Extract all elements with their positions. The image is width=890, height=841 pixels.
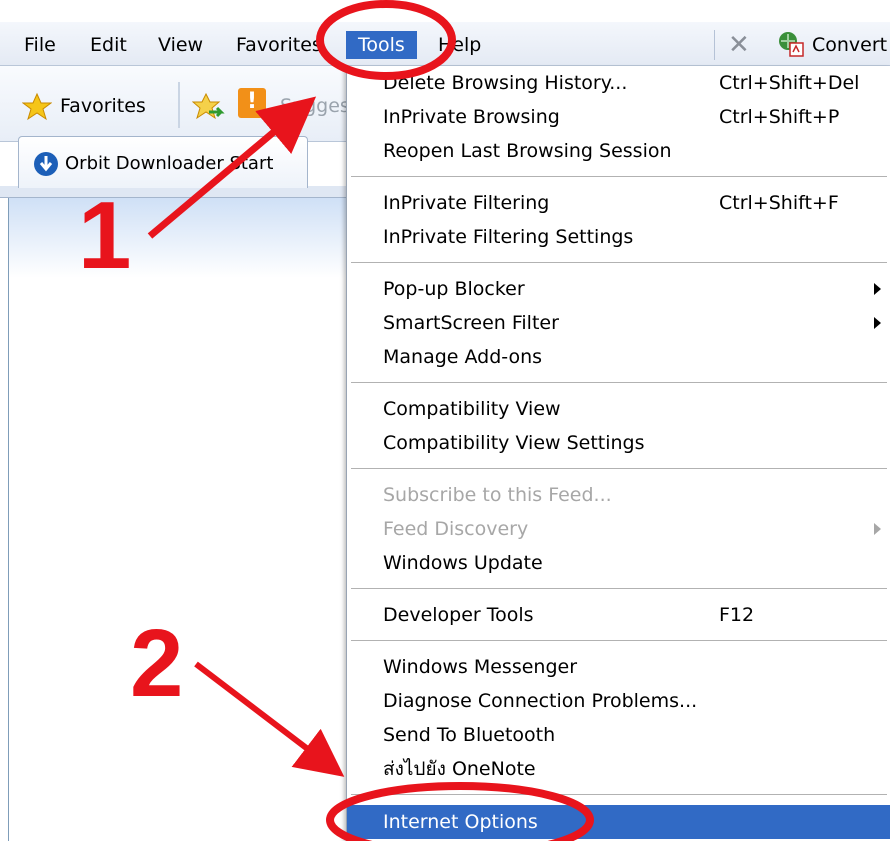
- menu-item-reopen-last-session[interactable]: Reopen Last Browsing Session: [347, 134, 890, 168]
- menu-item-feed-discovery: Feed Discovery: [347, 512, 890, 546]
- tools-dropdown-menu: Delete Browsing History... Ctrl+Shift+De…: [346, 66, 890, 841]
- submenu-arrow-icon: [874, 317, 881, 329]
- menu-separator: [351, 262, 887, 263]
- menu-favorites[interactable]: Favorites: [230, 31, 328, 59]
- menu-item-label: Windows Update: [383, 552, 543, 574]
- menu-item-label: InPrivate Browsing: [383, 106, 560, 128]
- orbit-download-icon: [34, 152, 58, 176]
- menu-item-label: Diagnose Connection Problems...: [383, 690, 698, 712]
- menu-item-label: Compatibility View: [383, 398, 561, 420]
- menu-item-compatibility-view-settings[interactable]: Compatibility View Settings: [347, 426, 890, 460]
- menu-item-label: InPrivate Filtering Settings: [383, 226, 634, 248]
- favorites-separator: [178, 82, 180, 128]
- favorites-star-icon[interactable]: [22, 92, 52, 122]
- menu-item-label: Reopen Last Browsing Session: [383, 140, 672, 162]
- menu-separator: [351, 794, 887, 795]
- step-number-1: 1: [78, 182, 132, 289]
- menu-item-developer-tools[interactable]: Developer Tools F12: [347, 598, 890, 632]
- menu-item-internet-options[interactable]: Internet Options: [347, 805, 890, 839]
- menu-file[interactable]: File: [18, 31, 62, 59]
- menu-bar: File Edit View Favorites Tools Help ✕ Co…: [0, 22, 890, 66]
- menu-item-label: Feed Discovery: [383, 518, 529, 540]
- menu-item-diagnose-connection[interactable]: Diagnose Connection Problems...: [347, 684, 890, 718]
- menu-item-delete-browsing-history[interactable]: Delete Browsing History... Ctrl+Shift+De…: [347, 66, 890, 100]
- suggested-sites-label[interactable]: Sugges: [280, 92, 350, 120]
- submenu-arrow-icon: [874, 523, 881, 535]
- menu-separator: [351, 588, 887, 589]
- close-icon[interactable]: ✕: [728, 28, 750, 62]
- menu-edit[interactable]: Edit: [84, 31, 133, 59]
- menu-tools[interactable]: Tools: [346, 31, 417, 59]
- menu-item-smartscreen-filter[interactable]: SmartScreen Filter: [347, 306, 890, 340]
- menu-item-shortcut: Ctrl+Shift+P: [719, 106, 840, 128]
- favorites-bar: Favorites Sugges: [0, 66, 350, 142]
- menu-item-label: Windows Messenger: [383, 656, 578, 678]
- menu-item-label: Internet Options: [383, 811, 538, 833]
- menu-item-shortcut: F12: [719, 604, 755, 626]
- menu-item-manage-addons[interactable]: Manage Add-ons: [347, 340, 890, 374]
- menu-view[interactable]: View: [152, 31, 209, 59]
- menu-item-label: Pop-up Blocker: [383, 278, 525, 300]
- toolbar-separator: [714, 30, 715, 60]
- add-to-favorites-icon[interactable]: [192, 92, 226, 122]
- menu-item-label: ส่งไปยัง OneNote: [383, 758, 536, 780]
- menu-separator: [351, 640, 887, 641]
- menu-item-send-to-bluetooth[interactable]: Send To Bluetooth: [347, 718, 890, 752]
- step-number-2: 2: [130, 610, 184, 717]
- menu-item-compatibility-view[interactable]: Compatibility View: [347, 392, 890, 426]
- favorites-button-label[interactable]: Favorites: [60, 92, 146, 120]
- menu-item-windows-messenger[interactable]: Windows Messenger: [347, 650, 890, 684]
- menu-separator: [351, 468, 887, 469]
- menu-item-shortcut: Ctrl+Shift+F: [719, 192, 839, 214]
- menu-item-windows-update[interactable]: Windows Update: [347, 546, 890, 580]
- menu-separator: [351, 382, 887, 383]
- menu-item-send-to-onenote[interactable]: ส่งไปยัง OneNote: [347, 752, 890, 786]
- menu-separator: [351, 176, 887, 177]
- menu-item-inprivate-browsing[interactable]: InPrivate Browsing Ctrl+Shift+P: [347, 100, 890, 134]
- menu-help[interactable]: Help: [432, 31, 487, 59]
- menu-item-label: Compatibility View Settings: [383, 432, 645, 454]
- menu-item-label: Delete Browsing History...: [383, 72, 628, 94]
- tab-orbit-downloader[interactable]: Orbit Downloader Start: [18, 136, 308, 188]
- menu-item-label: SmartScreen Filter: [383, 312, 559, 334]
- page-content: [8, 198, 350, 841]
- menu-item-label: Developer Tools: [383, 604, 534, 626]
- menu-item-inprivate-filtering-settings[interactable]: InPrivate Filtering Settings: [347, 220, 890, 254]
- menu-item-label: Send To Bluetooth: [383, 724, 556, 746]
- convert-label[interactable]: Convert: [812, 31, 887, 59]
- convert-pdf-icon[interactable]: [778, 31, 804, 57]
- menu-item-shortcut: Ctrl+Shift+Del: [719, 72, 860, 94]
- suggested-sites-icon[interactable]: [238, 88, 266, 118]
- submenu-arrow-icon: [874, 283, 881, 295]
- tab-title: Orbit Downloader Start: [65, 153, 274, 174]
- menu-item-inprivate-filtering[interactable]: InPrivate Filtering Ctrl+Shift+F: [347, 186, 890, 220]
- menu-item-label: InPrivate Filtering: [383, 192, 550, 214]
- menu-item-label: Subscribe to this Feed...: [383, 484, 612, 506]
- menu-item-subscribe-feed: Subscribe to this Feed...: [347, 478, 890, 512]
- menu-item-label: Manage Add-ons: [383, 346, 543, 368]
- menu-item-popup-blocker[interactable]: Pop-up Blocker: [347, 272, 890, 306]
